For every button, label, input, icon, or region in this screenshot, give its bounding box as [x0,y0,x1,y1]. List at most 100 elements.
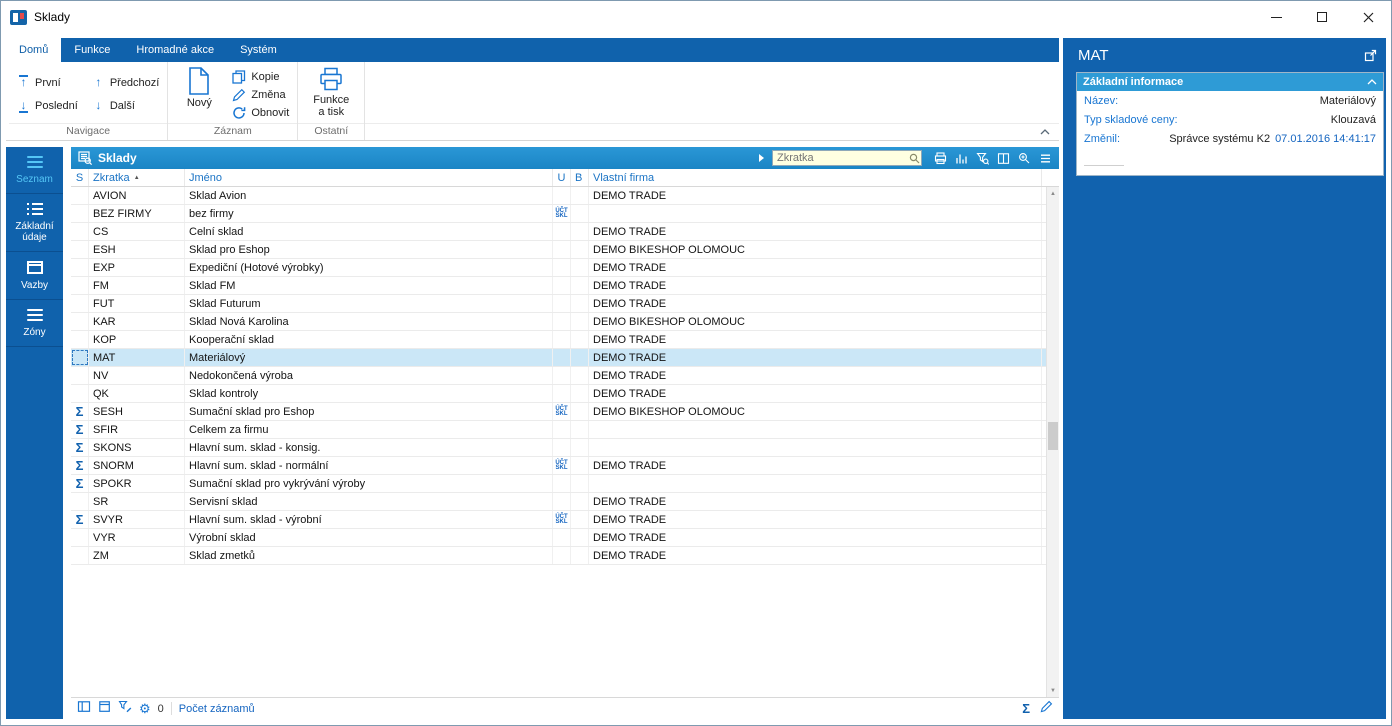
table-row[interactable]: CS Celní sklad DEMO TRADE [71,223,1059,241]
row-sum-cell [71,331,89,348]
menu-icon[interactable] [1039,152,1052,165]
table-row[interactable]: ZM Sklad zmetků DEMO TRADE [71,547,1059,565]
scroll-up-icon[interactable]: ▲ [1047,187,1059,200]
row-code: FM [89,277,185,294]
basic-info-header[interactable]: Základní informace [1077,73,1383,91]
table-row[interactable]: KAR Sklad Nová Karolina DEMO BIKESHOP OLOM… [71,313,1059,331]
window-title: Sklady [34,10,71,24]
next-button[interactable]: ↓ Další [92,95,160,116]
previous-button[interactable]: ↑ Předchozí [92,72,159,93]
table-row[interactable]: Σ SVYR Hlavní sum. sklad - výrobní ÚČT SKL DE… [71,511,1059,529]
table-row[interactable]: Σ SESH Sumační sklad pro Eshop ÚČT SKL DEMO B… [71,403,1059,421]
functions-print-label-1: Funkce [313,94,350,106]
open-in-window-button[interactable] [1364,49,1377,62]
sidebar-item-zony[interactable]: Zóny [6,300,63,347]
sigma-icon: Σ [75,512,84,527]
maximize-button[interactable] [1299,1,1345,33]
row-accounting-cell [553,385,571,402]
row-name: Sklad FM [185,277,553,294]
minimize-button[interactable] [1253,1,1299,33]
column-header-vlastni-firma[interactable]: Vlastní firma [589,169,1042,186]
close-button[interactable] [1345,1,1391,33]
row-company: DEMO TRADE [589,295,1042,312]
sidebar-item-zakladni-udaje[interactable]: Základní údaje [6,194,63,252]
table-row[interactable]: EXP Expediční (Hotové výrobky) DEMO TRADE [71,259,1059,277]
table-row[interactable]: KOP Kooperační sklad DEMO TRADE [71,331,1059,349]
chart-icon[interactable] [955,152,968,165]
table-row[interactable]: AVION Sklad Avion DEMO TRADE [71,187,1059,205]
table-row[interactable]: Σ SPOKR Sumační sklad pro vykrývání výroby [71,475,1059,493]
ribbon-collapse-icon[interactable] [1040,129,1050,135]
row-sum-cell: Σ [71,511,89,528]
tab-hromadne-akce[interactable]: Hromadné akce [123,38,227,62]
functions-print-button[interactable]: Funkce a tisk [306,65,356,118]
row-company: DEMO TRADE [589,457,1042,474]
change-button[interactable]: Změna [232,88,289,102]
gear-icon[interactable]: ⚙ [139,702,151,715]
row-name: Nedokončená výroba [185,367,553,384]
table-row[interactable]: Σ SNORM Hlavní sum. sklad - normální ÚČT SKL… [71,457,1059,475]
sidebar-item-seznam[interactable]: Seznam [6,147,63,194]
panel-toggle-icon[interactable] [77,700,91,718]
table-row[interactable]: Σ SKONS Hlavní sum. sklad - konsig. [71,439,1059,457]
menu-icon [26,309,43,321]
refresh-button[interactable]: Obnovit [232,106,289,120]
search-box [772,150,932,166]
table-row[interactable]: FUT Sklad Futurum DEMO TRADE [71,295,1059,313]
table-row[interactable]: VYR Výrobní sklad DEMO TRADE [71,529,1059,547]
row-name: Kooperační sklad [185,331,553,348]
table-row[interactable]: ESH Sklad pro Eshop DEMO BIKESHOP OLOMOUC [71,241,1059,259]
collapse-arrow-icon[interactable] [758,153,766,163]
edit-icon[interactable] [1040,700,1053,718]
columns-icon[interactable] [997,152,1010,165]
column-header-jmeno[interactable]: Jméno [185,169,553,186]
form-view-icon[interactable] [98,700,111,718]
column-header-u[interactable]: U [553,169,571,186]
row-company: DEMO TRADE [589,529,1042,546]
table-row[interactable]: BEZ FIRMY bez firmy ÚČT SKL [71,205,1059,223]
scroll-down-icon[interactable]: ▼ [1047,684,1059,697]
print-icon[interactable] [934,151,947,165]
table-row[interactable]: Σ SFIR Celkem za firmu [71,421,1059,439]
row-sum-cell: Σ [71,421,89,438]
copy-label: Kopie [251,71,280,83]
column-header-b[interactable]: B [571,169,589,186]
tab-domu[interactable]: Domů [6,38,62,62]
table-row[interactable]: QK Sklad kontroly DEMO TRADE [71,385,1059,403]
table-row[interactable]: NV Nedokončená výroba DEMO TRADE [71,367,1059,385]
filter-edit-icon[interactable] [118,700,132,718]
zoom-in-icon[interactable] [1018,152,1031,165]
sum-icon[interactable]: Σ [1022,702,1030,715]
row-code: VYR [89,529,185,546]
sidebar-item-vazby[interactable]: Vazby [6,252,63,300]
row-name: Celní sklad [185,223,553,240]
row-b-cell [571,493,589,510]
field-value: Správce systému K2 [1169,132,1271,145]
column-header-s[interactable]: S [71,169,89,186]
filter-search-icon[interactable] [976,152,989,165]
table-row[interactable]: MAT Materiálový DEMO TRADE [71,349,1059,367]
row-b-cell [571,511,589,528]
field-nazev: Název: Materiálový [1077,91,1383,110]
ribbon-group-ostatni: Funkce a tisk Ostatní [298,62,366,140]
row-company: DEMO TRADE [589,511,1042,528]
field-label: Název: [1084,94,1119,107]
tab-funkce[interactable]: Funkce [61,38,123,62]
new-record-button[interactable]: Nový [176,65,222,109]
tab-system[interactable]: Systém [227,38,290,62]
field-label: Změnil: [1084,132,1121,145]
row-b-cell [571,403,589,420]
first-button[interactable]: ↑ První [17,72,78,93]
table-row[interactable]: SR Servisní sklad DEMO TRADE [71,493,1059,511]
row-code: SNORM [89,457,185,474]
copy-button[interactable]: Kopie [232,70,289,84]
scrollbar-thumb[interactable] [1048,421,1058,450]
vertical-scrollbar[interactable]: ▲ ▼ [1046,187,1059,697]
table-row[interactable]: FM Sklad FM DEMO TRADE [71,277,1059,295]
last-button[interactable]: ↓ Poslední [17,95,78,116]
left-sidebar: Seznam Základní údaje Vazby Zóny [6,147,63,719]
column-header-zkratka[interactable]: Zkratka ▲ [89,169,185,186]
pencil-icon [232,88,246,102]
row-b-cell [571,313,589,330]
row-sum-cell [71,493,89,510]
